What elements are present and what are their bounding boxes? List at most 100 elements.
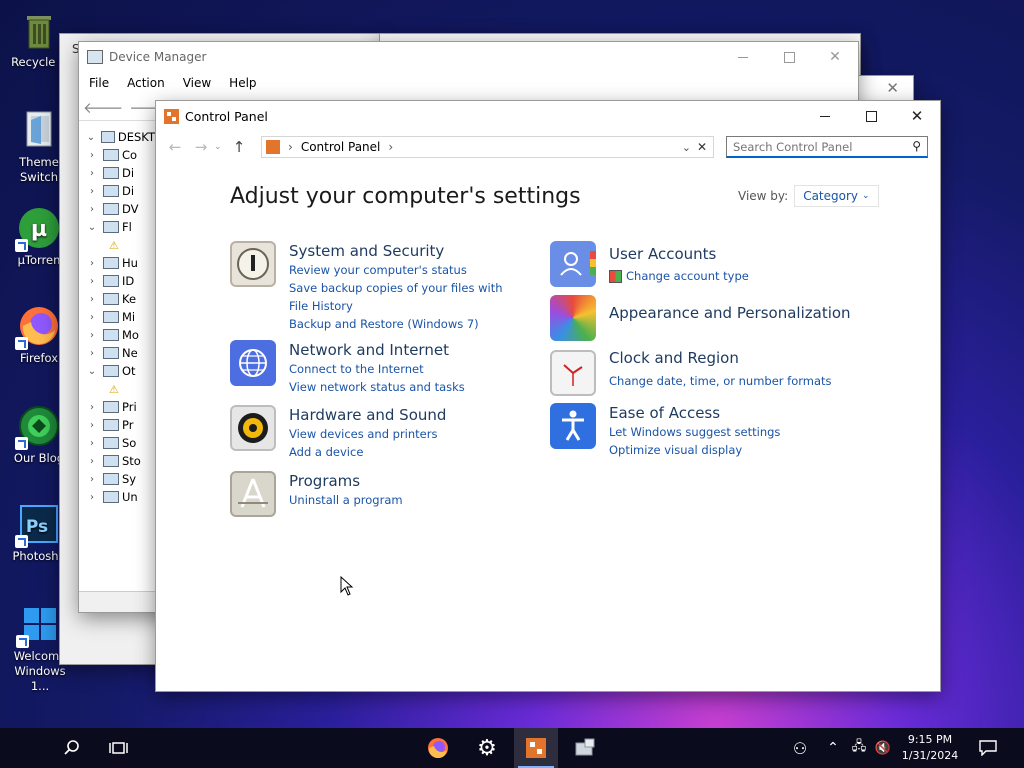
- category-link[interactable]: Connect to the Internet: [289, 360, 521, 378]
- taskbar-settings[interactable]: ⚙: [465, 728, 509, 768]
- device-category-row[interactable]: › So: [85, 434, 155, 452]
- chevron-down-icon: ⌄: [862, 191, 870, 201]
- address-bar[interactable]: › Control Panel › ⌄ ✕: [261, 136, 714, 158]
- device-category-row[interactable]: › Mo: [85, 326, 155, 344]
- breadcrumb-separator-icon[interactable]: ›: [388, 140, 393, 154]
- task-view-button[interactable]: [97, 728, 141, 768]
- device-category-row[interactable]: › Sto: [85, 452, 155, 470]
- device-category-row[interactable]: › Hu: [85, 254, 155, 272]
- taskbar-clock[interactable]: 9:15 PM 1/31/2024: [890, 732, 970, 764]
- computer-icon: [100, 131, 115, 143]
- device-category-row[interactable]: › Ke: [85, 290, 155, 308]
- category-title[interactable]: Programs: [289, 471, 521, 491]
- device-category-row[interactable]: › Mi: [85, 308, 155, 326]
- category-link[interactable]: View devices and printers: [289, 425, 521, 443]
- device-category-label: Ne: [122, 346, 138, 360]
- menu-help[interactable]: Help: [229, 76, 256, 90]
- search-icon[interactable]: ⚲: [912, 139, 921, 153]
- search-box[interactable]: ⚲: [726, 136, 928, 158]
- user-accounts-icon[interactable]: [550, 241, 596, 287]
- back-arrow-icon[interactable]: 🡐: [83, 98, 123, 117]
- category-link[interactable]: Change account type: [609, 267, 841, 285]
- close-icon[interactable]: ✕: [886, 79, 899, 97]
- device-category-row[interactable]: › Pri: [85, 398, 155, 416]
- chevron-right-icon: ›: [90, 311, 94, 323]
- category-link[interactable]: Add a device: [289, 443, 521, 461]
- category-title[interactable]: Appearance and Personalization: [609, 303, 869, 323]
- show-hidden-icons-button[interactable]: ⌃: [818, 728, 848, 768]
- category-link[interactable]: Save backup copies of your files with Fi…: [289, 279, 521, 315]
- speaker-icon[interactable]: [230, 405, 276, 451]
- forward-button[interactable]: →: [188, 138, 214, 156]
- device-category-row[interactable]: ⚠: [85, 380, 155, 398]
- category-link[interactable]: Optimize visual display: [609, 441, 841, 459]
- recent-locations-chevron-icon[interactable]: ⌄: [214, 142, 226, 152]
- globe-icon[interactable]: [230, 340, 276, 386]
- device-category-row[interactable]: › Un: [85, 488, 155, 506]
- network-status[interactable]: 🖧: [846, 728, 872, 768]
- device-category-row[interactable]: ⌄ Ot: [85, 362, 155, 380]
- programs-icon[interactable]: [230, 471, 276, 517]
- category-title[interactable]: User Accounts: [609, 244, 841, 264]
- back-button[interactable]: ←: [162, 138, 188, 156]
- device-category-row[interactable]: › Di: [85, 164, 155, 182]
- clear-address-icon[interactable]: ✕: [697, 140, 707, 154]
- minimize-button[interactable]: [802, 101, 848, 131]
- device-category-row[interactable]: › Sy: [85, 470, 155, 488]
- device-category-row[interactable]: › Di: [85, 182, 155, 200]
- device-category-row[interactable]: ⌄ Fl: [85, 218, 155, 236]
- search-button[interactable]: [50, 728, 94, 768]
- category-link[interactable]: Review your computer's status: [289, 261, 521, 279]
- taskbar-device-manager[interactable]: [563, 728, 607, 768]
- system-security-icon[interactable]: [230, 241, 276, 287]
- minimize-button[interactable]: [720, 42, 766, 72]
- close-button[interactable]: ✕: [812, 42, 858, 72]
- maximize-button[interactable]: [766, 42, 812, 72]
- taskbar-firefox[interactable]: [416, 728, 460, 768]
- device-category-row[interactable]: › Ne: [85, 344, 155, 362]
- menu-action[interactable]: Action: [127, 76, 165, 90]
- category-title[interactable]: Clock and Region: [609, 348, 841, 368]
- device-category-row[interactable]: › ID: [85, 272, 155, 290]
- control-panel-titlebar[interactable]: Control Panel ✕: [156, 101, 940, 131]
- up-button[interactable]: ↑: [226, 138, 252, 156]
- category-link[interactable]: Uninstall a program: [289, 491, 521, 509]
- breadcrumb-control-panel[interactable]: Control Panel: [301, 140, 381, 154]
- minimize-icon: [820, 115, 830, 117]
- menu-view[interactable]: View: [183, 76, 211, 90]
- category-title[interactable]: Ease of Access: [609, 403, 841, 423]
- category-title[interactable]: System and Security: [289, 241, 521, 261]
- notifications-button[interactable]: [966, 728, 1010, 768]
- device-category-label: Di: [122, 184, 135, 198]
- device-manager-titlebar[interactable]: Device Manager ✕: [79, 42, 858, 72]
- navigation-bar: ← → ⌄ ↑ › Control Panel › ⌄ ✕ ⚲: [156, 131, 940, 163]
- tree-root[interactable]: ⌄ DESKT: [85, 128, 155, 146]
- category-title[interactable]: Hardware and Sound: [289, 405, 521, 425]
- close-button[interactable]: ✕: [894, 101, 940, 131]
- device-category-row[interactable]: › DV: [85, 200, 155, 218]
- appearance-icon[interactable]: [550, 295, 596, 341]
- device-category-row[interactable]: › Co: [85, 146, 155, 164]
- device-category-row[interactable]: › Pr: [85, 416, 155, 434]
- chevron-down-icon[interactable]: ⌄: [682, 141, 691, 154]
- menu-file[interactable]: File: [89, 76, 109, 90]
- search-input[interactable]: [727, 138, 905, 155]
- taskbar-control-panel[interactable]: [514, 728, 558, 768]
- minimize-icon: [738, 56, 748, 58]
- category-link[interactable]: Let Windows suggest settings: [609, 423, 841, 441]
- category-link[interactable]: Change date, time, or number formats: [609, 372, 841, 390]
- control-panel-window[interactable]: Control Panel ✕ ← → ⌄ ↑ › Control Panel …: [156, 101, 940, 691]
- clock-icon[interactable]: [550, 350, 596, 396]
- category-link[interactable]: Backup and Restore (Windows 7): [289, 315, 521, 333]
- control-panel-icon: [526, 738, 546, 758]
- device-icon: [103, 455, 119, 467]
- category-link[interactable]: View network status and tasks: [289, 378, 521, 396]
- people-button[interactable]: ⚇: [778, 728, 822, 768]
- category-title[interactable]: Network and Internet: [289, 340, 521, 360]
- view-by-dropdown[interactable]: Category ⌄: [794, 185, 879, 207]
- maximize-button[interactable]: [848, 101, 894, 131]
- chevron-down-icon: ⌄: [86, 131, 96, 143]
- accessibility-icon[interactable]: [550, 403, 596, 449]
- background-window-tertiary[interactable]: ✕: [855, 76, 913, 102]
- device-category-row[interactable]: ⚠: [85, 236, 155, 254]
